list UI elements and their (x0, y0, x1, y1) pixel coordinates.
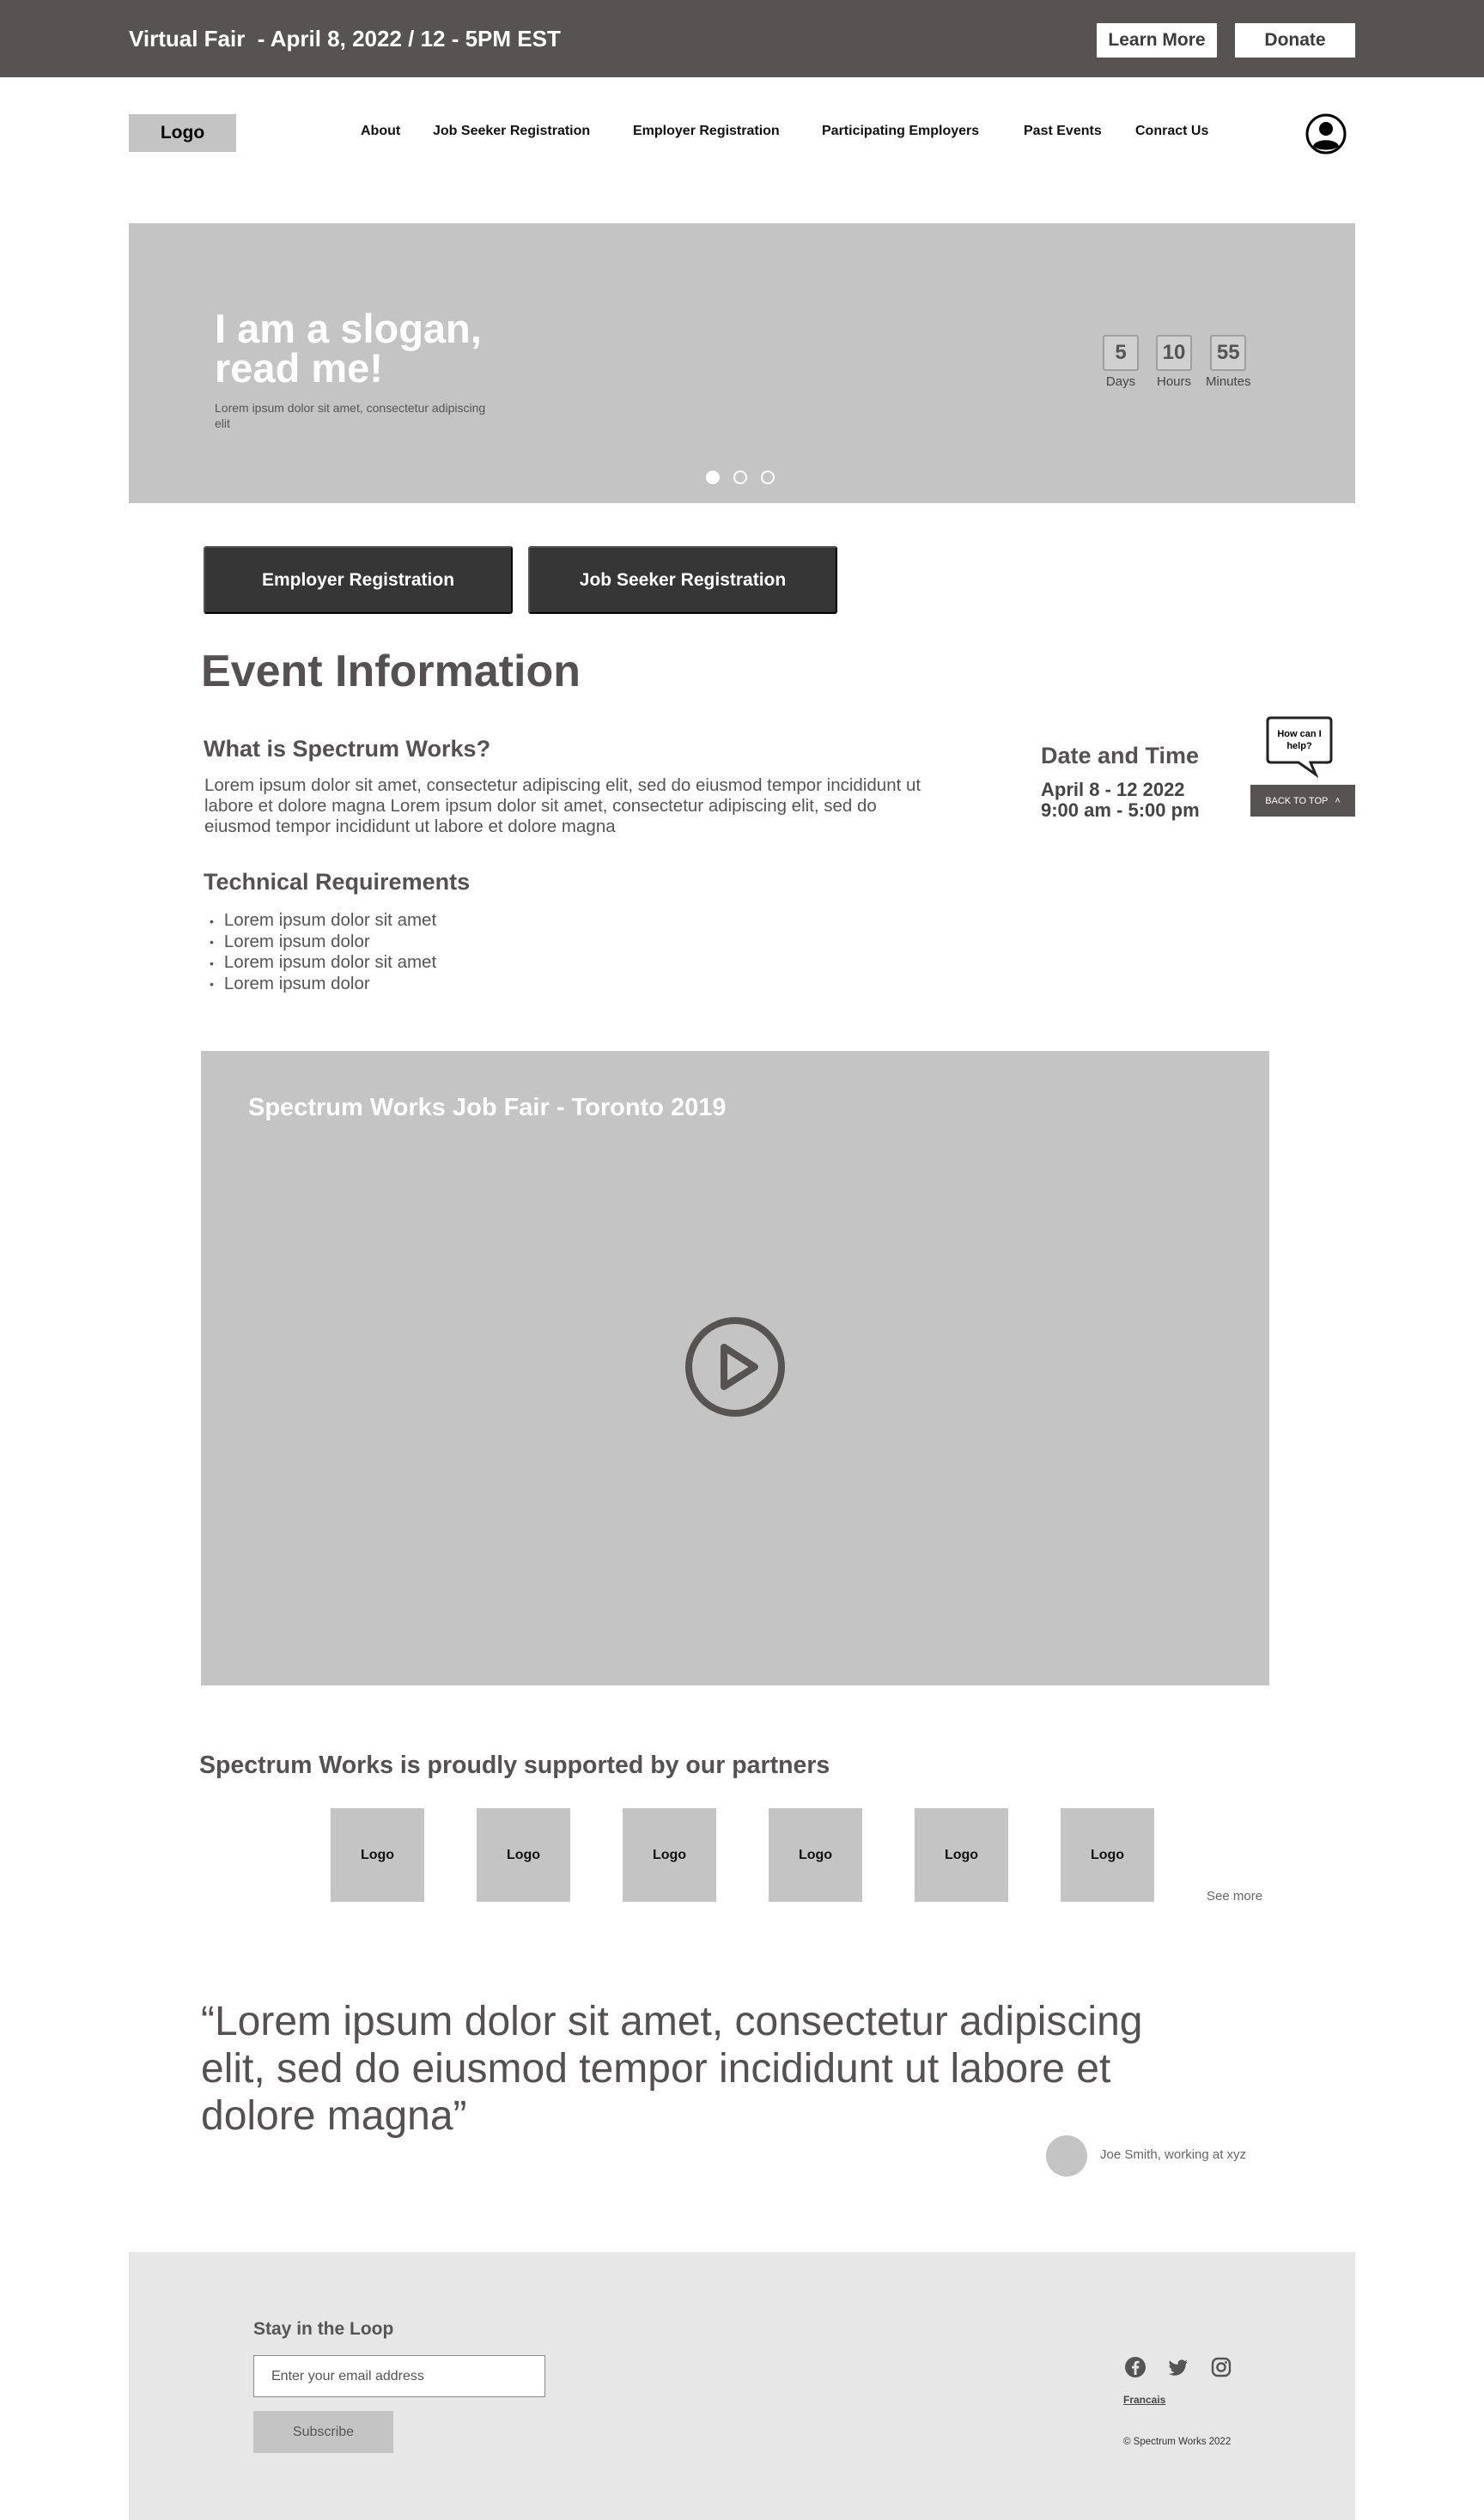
event-banner-title: Virtual Fair - April 8, 2022 / 12 - 5PM … (129, 26, 561, 52)
testimonial-author: Joe Smith, working at xyz (1100, 2147, 1247, 2162)
countdown-minutes: 55 Minutes (1206, 335, 1251, 389)
back-to-top-button[interactable]: BACK TO TOP ˄ (1250, 785, 1355, 817)
list-item: Lorem ipsum dolor (210, 974, 436, 995)
countdown-hours: 10 Hours (1156, 335, 1192, 389)
countdown-minutes-label: Minutes (1206, 374, 1251, 389)
email-field[interactable] (253, 2355, 545, 2397)
play-circle-icon[interactable] (684, 1316, 786, 1418)
avatar (1046, 2135, 1087, 2177)
subscribe-button[interactable]: Subscribe (253, 2411, 393, 2453)
carousel-dot-3[interactable] (761, 471, 775, 484)
nav-contact-us[interactable]: Conract Us (1135, 124, 1208, 139)
nav-job-seeker-registration[interactable]: Job Seeker Registration (433, 124, 590, 139)
hero-subtext: Lorem ipsum dolor sit amet, consectetur … (215, 401, 486, 430)
countdown-minutes-value: 55 (1210, 335, 1247, 371)
list-item: Lorem ipsum dolor sit amet (210, 910, 436, 932)
main-navigation: Logo About Job Seeker Registration Emplo… (0, 77, 1484, 189)
svg-text:help?: help? (1286, 741, 1312, 751)
nav-employer-registration[interactable]: Employer Registration (633, 124, 780, 139)
date-time-heading: Date and Time (1041, 743, 1200, 768)
countdown-hours-value: 10 (1156, 335, 1192, 371)
event-date: April 8 - 12 2022 (1041, 779, 1185, 800)
video-player[interactable]: Spectrum Works Job Fair - Toronto 2019 (201, 1051, 1269, 1685)
see-more-link[interactable]: See more (1207, 1889, 1262, 1904)
donate-button[interactable]: Donate (1235, 23, 1355, 58)
facebook-icon[interactable] (1123, 2355, 1147, 2379)
partner-logo-1[interactable]: Logo (331, 1808, 424, 1902)
partner-logo-5[interactable]: Logo (915, 1808, 1008, 1902)
carousel-dot-1[interactable] (706, 471, 720, 484)
countdown-days: 5 Days (1103, 335, 1139, 389)
employer-registration-button[interactable]: Employer Registration (204, 546, 513, 614)
speech-bubble-icon: How can I help? (1266, 716, 1333, 779)
job-seeker-registration-button[interactable]: Job Seeker Registration (528, 546, 837, 614)
what-is-heading: What is Spectrum Works? (204, 736, 491, 762)
testimonial-quote: “Lorem ipsum dolor sit amet, consectetur… (201, 1999, 1143, 2139)
chevron-up-icon: ˄ (1335, 795, 1341, 806)
back-to-top-label: BACK TO TOP (1265, 795, 1329, 806)
learn-more-button[interactable]: Learn More (1097, 23, 1217, 58)
hero-slogan: I am a slogan, read me! (215, 306, 482, 391)
help-chat-button[interactable]: How can I help? (1266, 716, 1333, 779)
countdown-hours-label: Hours (1156, 374, 1191, 389)
language-toggle-link[interactable]: Francais (1123, 2394, 1165, 2406)
partner-logo-2[interactable]: Logo (477, 1808, 570, 1902)
event-time: 9:00 am - 5:00 pm (1041, 799, 1200, 821)
hero-carousel: I am a slogan, read me! Lorem ipsum dolo… (129, 223, 1355, 503)
instagram-icon[interactable] (1209, 2355, 1233, 2379)
top-announcement-bar: Virtual Fair - April 8, 2022 / 12 - 5PM … (0, 0, 1484, 77)
partners-heading: Spectrum Works is proudly supported by o… (199, 1752, 830, 1779)
countdown-days-value: 5 (1103, 335, 1139, 371)
footer: Stay in the Loop Subscribe Francais © Sp… (129, 2252, 1355, 2520)
event-information-heading: Event Information (201, 647, 581, 696)
nav-about[interactable]: About (361, 124, 400, 139)
technical-requirements-heading: Technical Requirements (204, 869, 471, 895)
carousel-dot-2[interactable] (733, 471, 747, 484)
svg-text:How can I: How can I (1277, 729, 1321, 739)
newsletter-heading: Stay in the Loop (253, 2319, 394, 2339)
partner-logo-3[interactable]: Logo (623, 1808, 716, 1902)
site-logo[interactable]: Logo (129, 114, 236, 152)
countdown-days-label: Days (1105, 374, 1136, 389)
partner-logo-6[interactable]: Logo (1061, 1808, 1154, 1902)
technical-requirements-list: Lorem ipsum dolor sit amet Lorem ipsum d… (210, 910, 436, 994)
nav-past-events[interactable]: Past Events (1024, 124, 1102, 139)
date-time-block: April 8 - 12 2022 9:00 am - 5:00 pm (1041, 780, 1200, 821)
copyright-text: © Spectrum Works 2022 (1123, 2437, 1232, 2447)
list-item: Lorem ipsum dolor (210, 932, 436, 953)
list-item: Lorem ipsum dolor sit amet (210, 952, 436, 974)
twitter-icon[interactable] (1166, 2355, 1190, 2379)
video-title: Spectrum Works Job Fair - Toronto 2019 (248, 1094, 727, 1121)
user-circle-icon[interactable] (1305, 113, 1347, 155)
partner-logo-4[interactable]: Logo (769, 1808, 862, 1902)
what-is-body: Lorem ipsum dolor sit amet, consectetur … (204, 775, 921, 836)
nav-participating-employers[interactable]: Participating Employers (822, 124, 979, 139)
